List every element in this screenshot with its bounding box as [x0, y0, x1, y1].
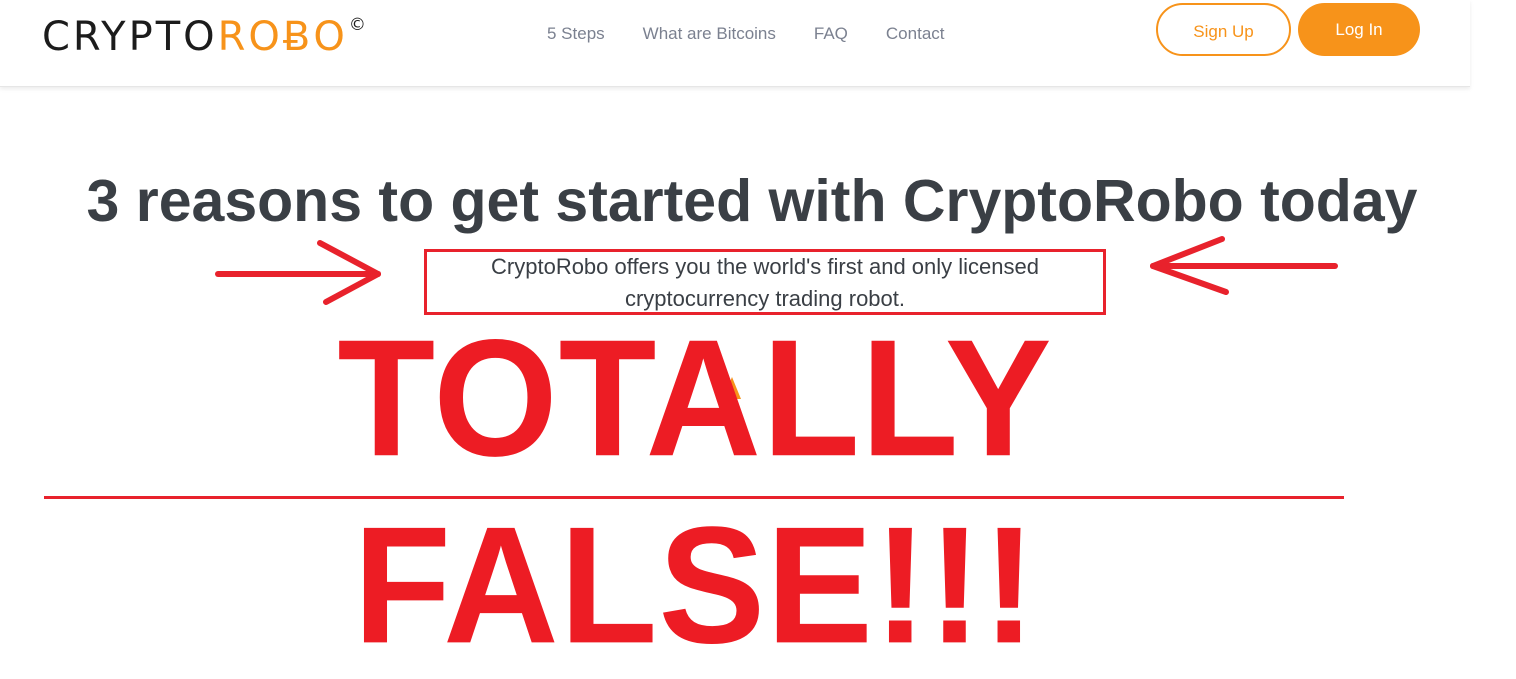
totally-false-stamp: TOTALLY FALSE!!! [337, 304, 1053, 678]
left-arrow-icon [215, 240, 381, 305]
stamp-underline [44, 496, 1344, 499]
right-arrow-icon [1150, 236, 1338, 295]
